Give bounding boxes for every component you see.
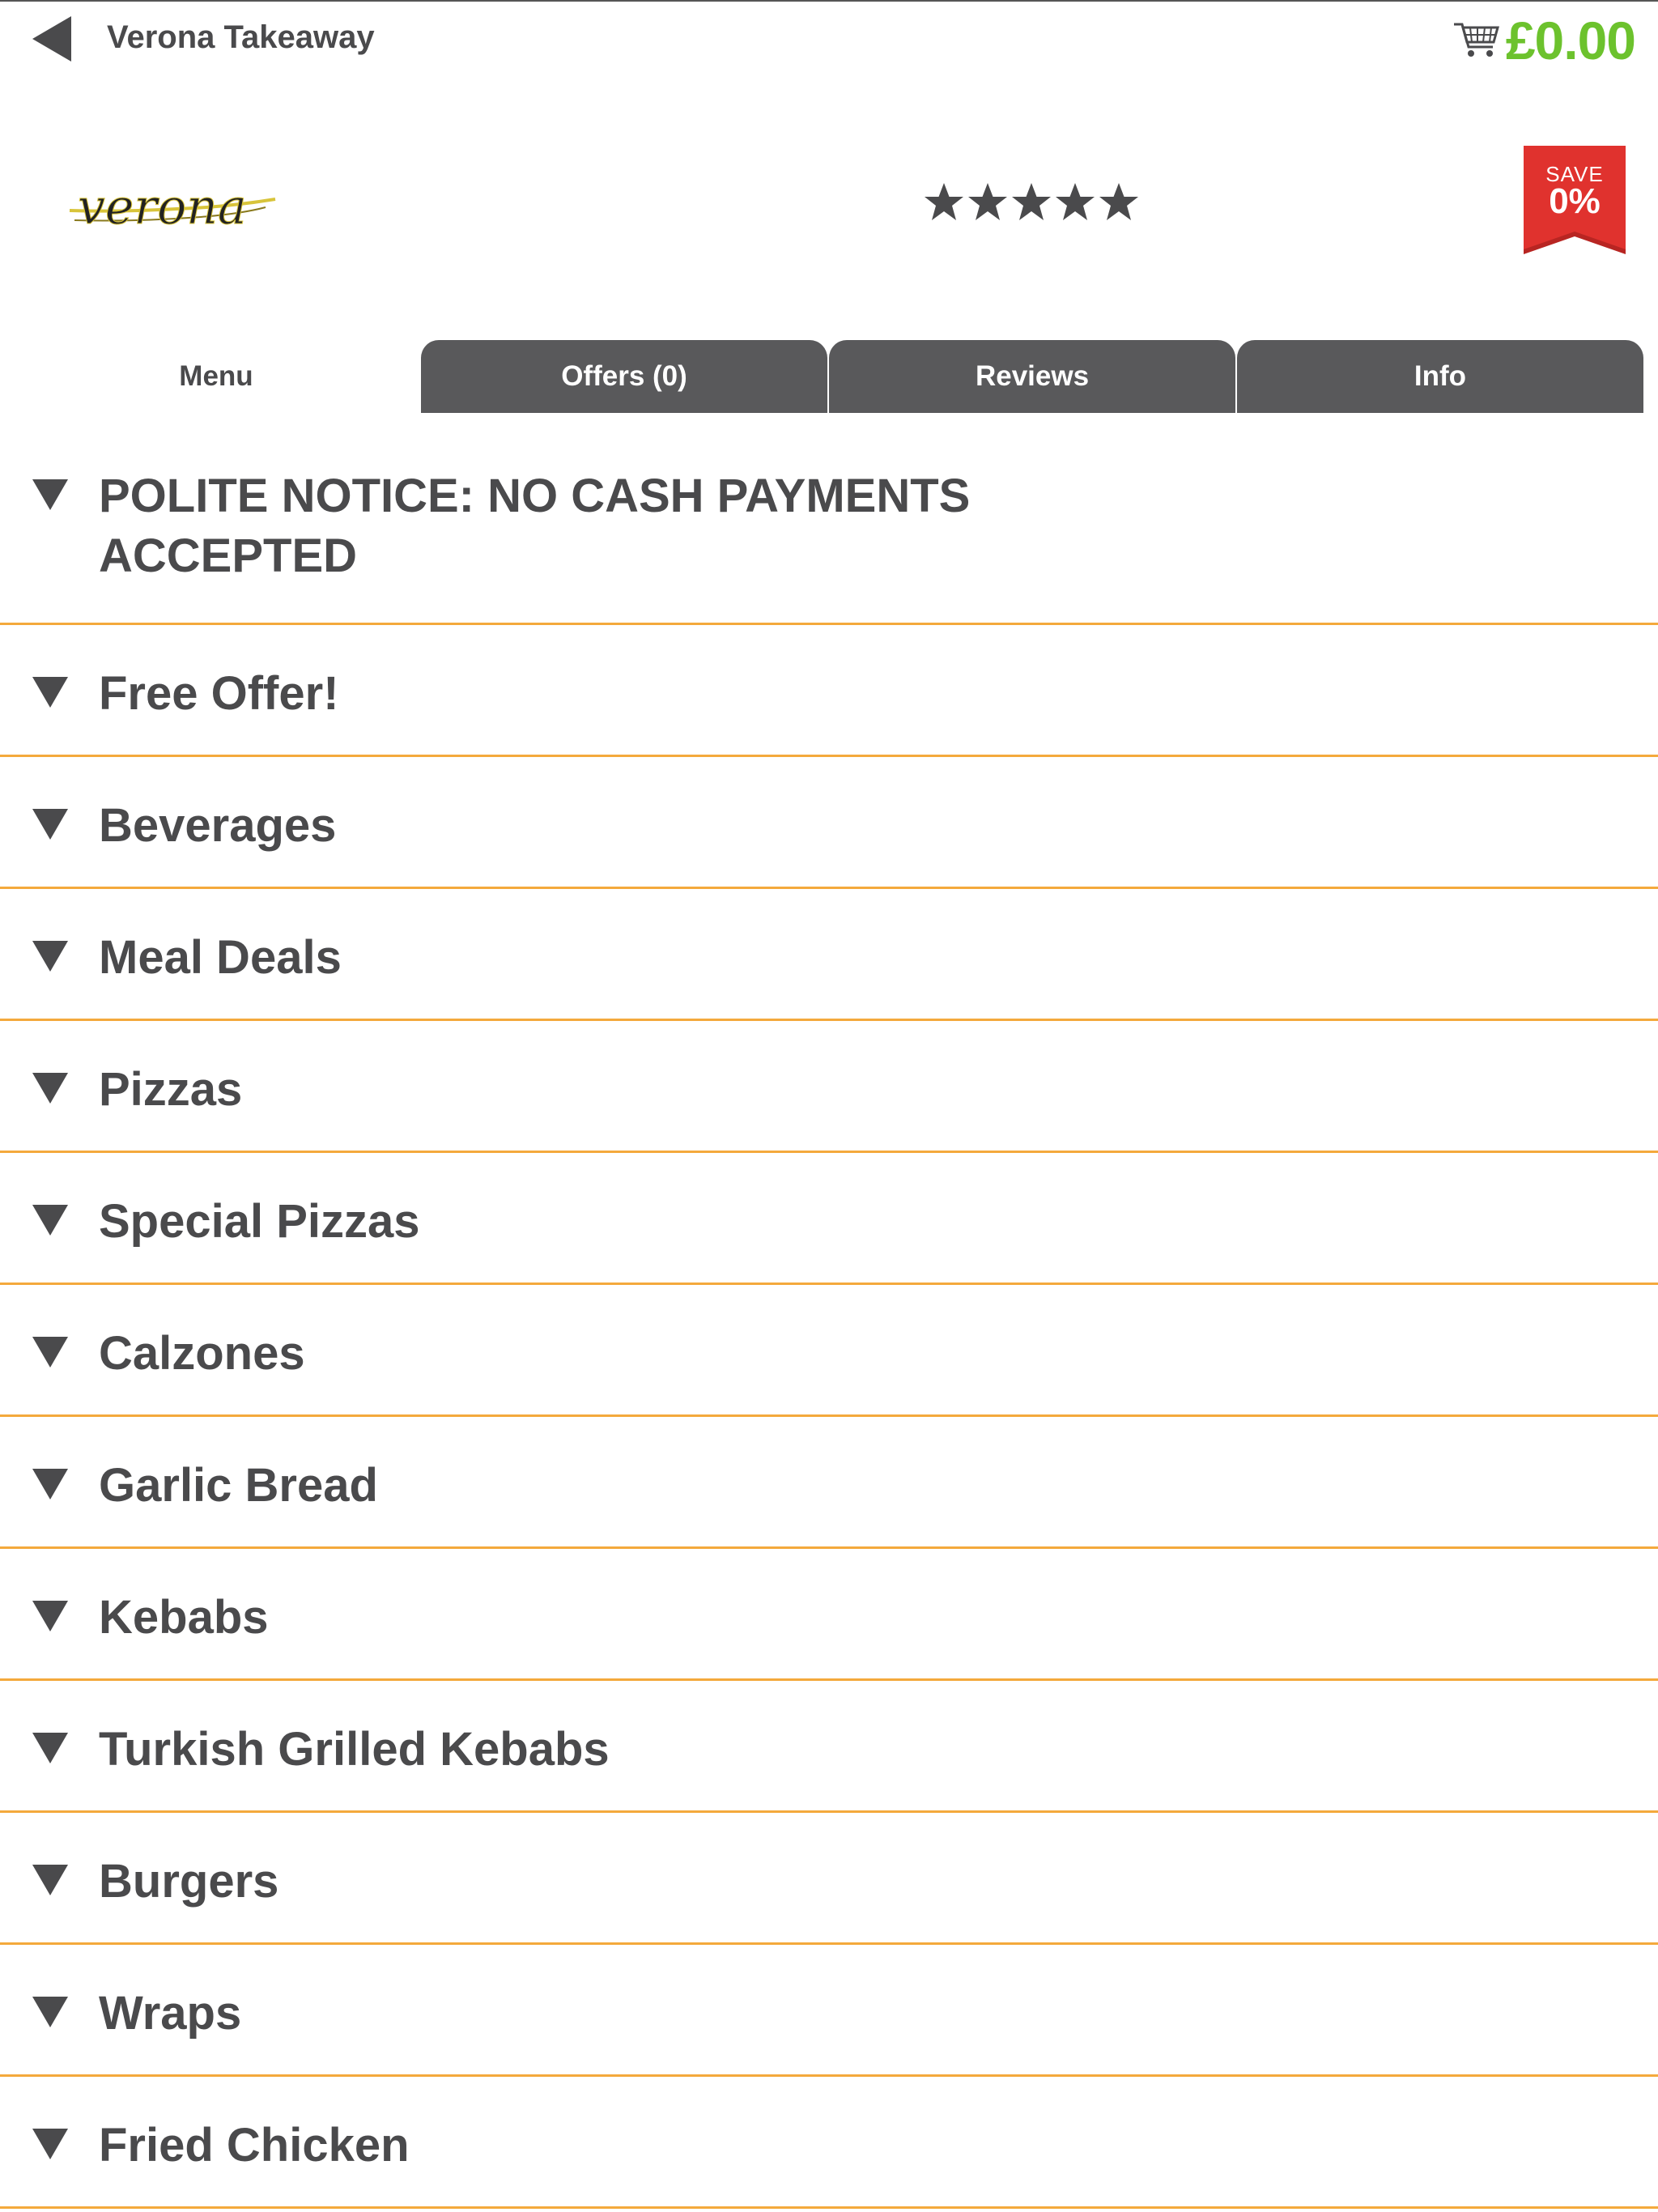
category-label: Garlic Bread [99,1459,378,1512]
category-label: Fried Chicken [99,2119,410,2172]
star-icon [1012,183,1051,220]
menu-category-list: POLITE NOTICE: NO CASH PAYMENTS ACCEPTED… [0,431,1658,2209]
back-button[interactable] [29,15,78,63]
rating-stars [923,181,1140,223]
save-percentage: 0% [1549,181,1601,221]
expand-triangle-icon [32,1469,68,1499]
expand-triangle-icon [32,479,68,510]
category-label: Turkish Grilled Kebabs [99,1723,610,1776]
app-screen: Verona Takeaway £0.00 verona SAVE 0% Men… [0,0,1658,2212]
category-polite-notice[interactable]: POLITE NOTICE: NO CASH PAYMENTS ACCEPTED [0,431,1658,625]
tab-reviews[interactable]: Reviews [829,340,1235,413]
expand-triangle-icon [32,1865,68,1895]
expand-triangle-icon [32,941,68,972]
expand-triangle-icon [32,1205,68,1236]
logo-text: verona [78,179,247,236]
category-label: Pizzas [99,1063,243,1116]
category-burgers[interactable]: Burgers [0,1813,1658,1945]
tab-menu[interactable]: Menu [13,340,419,413]
category-turkish-grilled-kebabs[interactable]: Turkish Grilled Kebabs [0,1681,1658,1813]
expand-triangle-icon [32,1601,68,1631]
category-label: POLITE NOTICE: NO CASH PAYMENTS ACCEPTED [99,470,971,582]
expand-triangle-icon [32,1073,68,1104]
category-calzones[interactable]: Calzones [0,1285,1658,1417]
page-title: Verona Takeaway [107,19,375,55]
category-label: Beverages [99,799,337,852]
cart-button[interactable]: £0.00 [1452,8,1636,73]
expand-triangle-icon [32,1733,68,1763]
tab-bar: Menu Offers (0) Reviews Info [13,340,1643,413]
category-label: Wraps [99,1987,242,2040]
back-arrow-icon [32,16,71,62]
star-icon [968,183,1007,220]
category-kebabs[interactable]: Kebabs [0,1549,1658,1681]
category-wraps[interactable]: Wraps [0,1945,1658,2077]
expand-triangle-icon [32,1337,68,1368]
star-icon [925,183,963,220]
tab-info[interactable]: Info [1237,340,1643,413]
expand-triangle-icon [32,2129,68,2159]
category-label: Meal Deals [99,931,342,984]
expand-triangle-icon [32,809,68,840]
category-free-offer[interactable]: Free Offer! [0,625,1658,757]
expand-triangle-icon [32,1997,68,2027]
expand-triangle-icon [32,677,68,708]
category-label: Kebabs [99,1591,269,1644]
star-icon [1056,183,1095,220]
top-bar: Verona Takeaway £0.00 [0,2,1658,79]
category-label: Special Pizzas [99,1195,420,1248]
category-meal-deals[interactable]: Meal Deals [0,889,1658,1021]
star-icon [1099,183,1138,220]
category-label: Free Offer! [99,667,339,720]
restaurant-logo: verona [63,172,282,245]
category-label: Calzones [99,1327,305,1380]
category-pizzas[interactable]: Pizzas [0,1021,1658,1153]
category-fried-chicken[interactable]: Fried Chicken [0,2077,1658,2209]
tab-offers[interactable]: Offers (0) [421,340,827,413]
category-label: Burgers [99,1855,279,1908]
cart-total: £0.00 [1505,11,1636,70]
save-badge: SAVE 0% [1524,146,1626,256]
category-beverages[interactable]: Beverages [0,757,1658,889]
shopping-cart-icon [1453,23,1499,57]
category-special-pizzas[interactable]: Special Pizzas [0,1153,1658,1285]
category-garlic-bread[interactable]: Garlic Bread [0,1417,1658,1549]
